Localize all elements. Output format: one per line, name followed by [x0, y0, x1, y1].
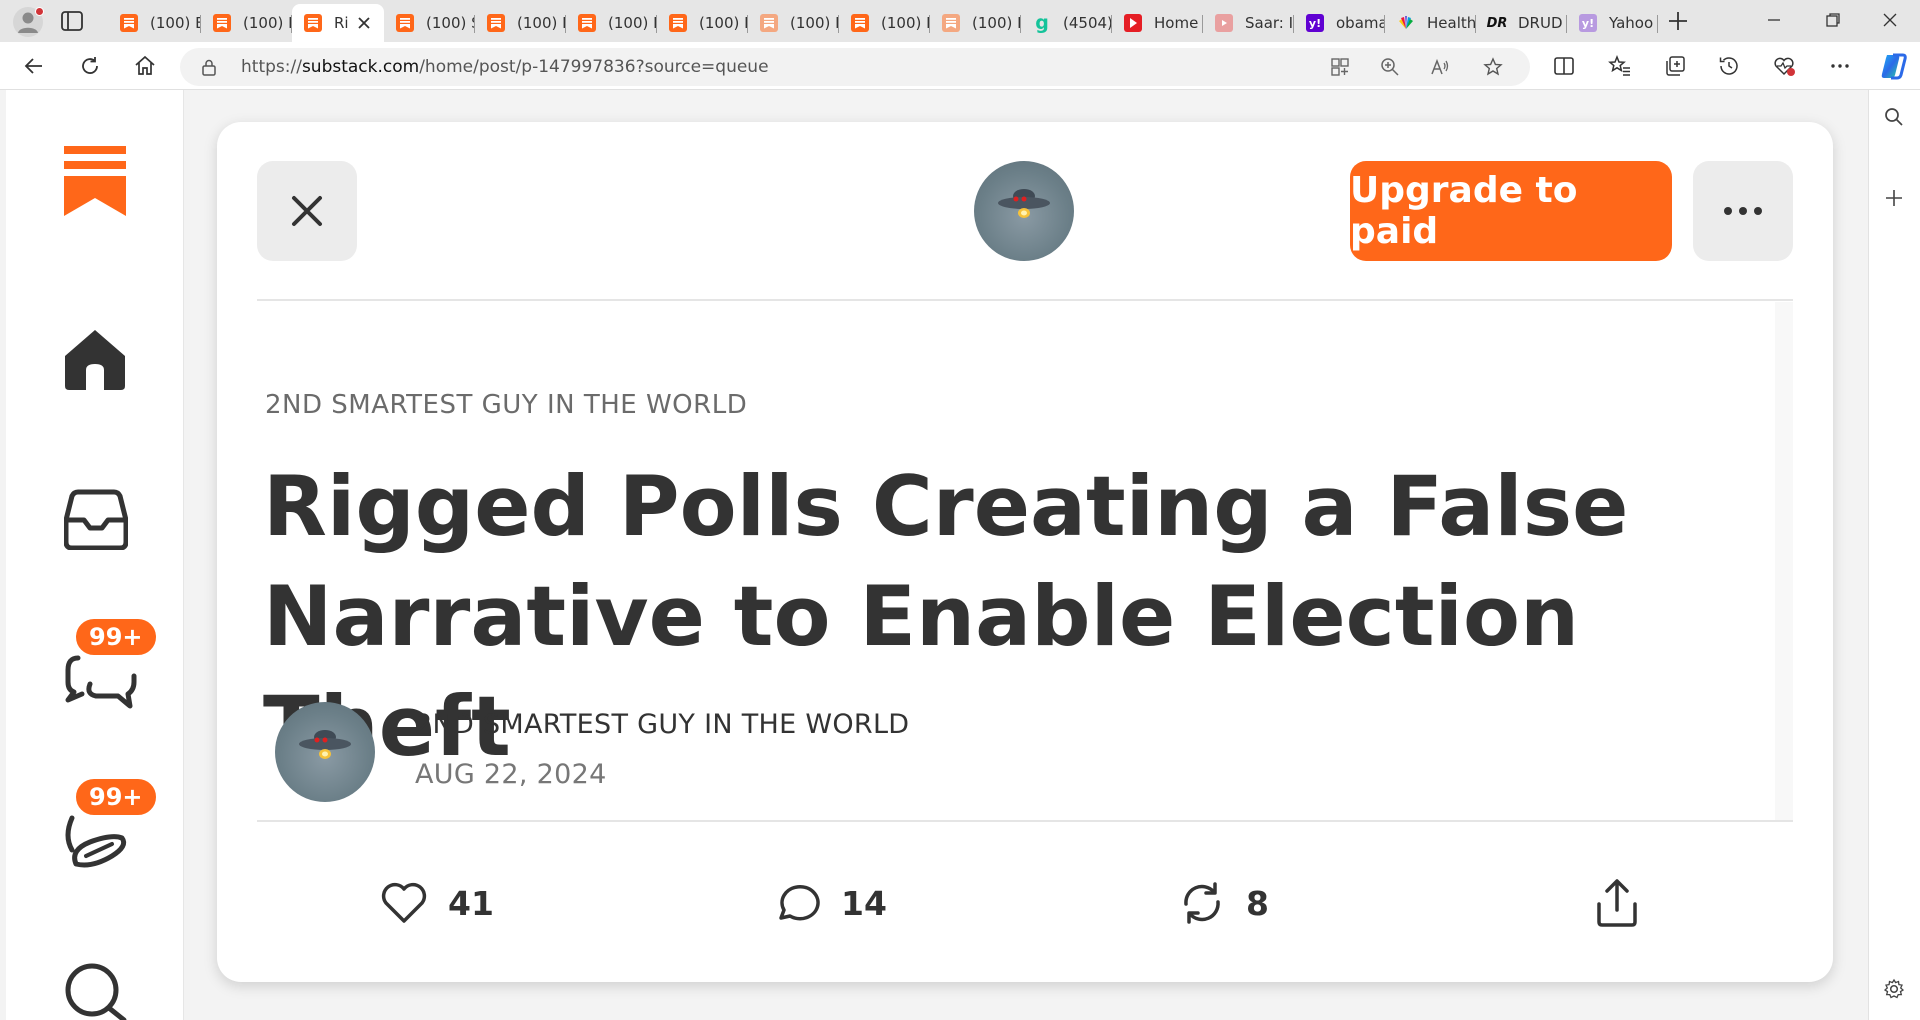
refresh-icon[interactable]: [78, 54, 102, 78]
share-icon: [1597, 879, 1637, 927]
home-icon[interactable]: [133, 54, 157, 78]
yahoo-faded-icon: y!: [1579, 14, 1597, 32]
minimize-window-icon[interactable]: [1764, 10, 1784, 30]
favorite-star-icon[interactable]: [1483, 57, 1503, 77]
like-button[interactable]: 41: [380, 877, 494, 929]
like-count: 41: [448, 883, 494, 923]
profile-notification-dot: [35, 7, 44, 16]
comment-bubble-icon: [779, 885, 820, 921]
substack-icon: [669, 14, 687, 32]
substack-logo-icon[interactable]: [64, 146, 126, 216]
search-icon[interactable]: [1883, 106, 1905, 128]
address-bar[interactable]: https://substack.com/home/post/p-1479978…: [180, 48, 1530, 86]
chat-notification-badge: 99+: [73, 616, 159, 658]
zoom-icon[interactable]: [1380, 57, 1400, 77]
share-button[interactable]: [1595, 877, 1639, 929]
browser-tab[interactable]: (100) H: [748, 4, 839, 42]
restack-icon: [1184, 882, 1220, 924]
substack-icon: [396, 14, 414, 32]
substack-icon: [304, 14, 322, 32]
new-tab-plus-icon[interactable]: [1666, 9, 1690, 33]
browser-tab[interactable]: Health: [1385, 4, 1476, 42]
publication-avatar[interactable]: [974, 161, 1074, 261]
read-aloud-icon[interactable]: [1430, 57, 1450, 77]
favorites-icon[interactable]: [1608, 54, 1632, 78]
yahoo-icon: y!: [1306, 14, 1324, 32]
restore-window-icon[interactable]: [1823, 10, 1843, 30]
lock-icon[interactable]: [200, 58, 218, 76]
byline-divider: [257, 820, 1793, 822]
post-date: AUG 22, 2024: [415, 759, 607, 790]
substack-faded-icon: [942, 14, 960, 32]
close-window-icon[interactable]: [1880, 10, 1900, 30]
browser-tab[interactable]: (100) N: [930, 4, 1021, 42]
rumble-icon: [1124, 14, 1142, 32]
add-sidebar-app-icon[interactable]: [1884, 188, 1904, 208]
content-scrollbar-track[interactable]: [1775, 302, 1793, 822]
restack-button[interactable]: 8: [1178, 877, 1269, 929]
browser-tab[interactable]: Home: [1112, 4, 1203, 42]
split-screen-icon[interactable]: [1552, 54, 1576, 78]
browser-essentials-icon[interactable]: [1772, 54, 1796, 78]
browser-tab[interactable]: (100) H: [657, 4, 748, 42]
browser-tab-active[interactable]: Ri: [292, 4, 384, 42]
ellipsis-icon: [1724, 207, 1762, 215]
browser-tab[interactable]: (100) E: [108, 4, 201, 42]
tab-actions-menu-icon[interactable]: [60, 10, 84, 32]
substack-icon: [851, 14, 869, 32]
grammarly-icon: g: [1035, 12, 1049, 34]
browser-tab[interactable]: g (4504): [1021, 4, 1112, 42]
author-avatar[interactable]: [275, 702, 375, 802]
close-post-button[interactable]: [257, 161, 357, 261]
settings-gear-icon[interactable]: [1883, 978, 1905, 1000]
browser-tab-strip: (100) E (100) H Ri (100) S (100) H (100)…: [0, 0, 1920, 42]
substack-icon: [120, 14, 138, 32]
comment-button[interactable]: 14: [773, 877, 887, 929]
browser-tab[interactable]: (100) H: [839, 4, 930, 42]
upgrade-to-paid-button[interactable]: Upgrade to paid: [1350, 161, 1672, 261]
header-divider: [257, 299, 1793, 301]
youtube-icon: [1215, 14, 1233, 32]
author-name[interactable]: 2ND SMARTEST GUY IN THE WORLD: [415, 709, 909, 740]
drudge-icon: DR: [1486, 15, 1508, 31]
back-arrow-icon[interactable]: [22, 54, 46, 78]
close-icon: [292, 196, 322, 226]
app-available-icon[interactable]: [1330, 57, 1350, 77]
browser-tab[interactable]: y! obama: [1294, 4, 1385, 42]
comment-count: 14: [841, 883, 887, 923]
browser-tab[interactable]: (100) S: [384, 4, 475, 42]
search-nav-icon[interactable]: [64, 958, 130, 1020]
publication-name[interactable]: 2ND SMARTEST GUY IN THE WORLD: [265, 390, 747, 420]
home-nav-icon[interactable]: [64, 328, 126, 390]
substack-icon: [578, 14, 596, 32]
close-tab-icon[interactable]: [356, 15, 372, 31]
substack-icon: [213, 14, 231, 32]
restack-count: 8: [1246, 883, 1269, 923]
browser-tab[interactable]: (100) H: [566, 4, 657, 42]
more-options-button[interactable]: [1693, 161, 1793, 261]
substack-icon: [487, 14, 505, 32]
more-options-icon[interactable]: [1828, 54, 1852, 78]
browser-tab[interactable]: (100) H: [201, 4, 292, 42]
substack-faded-icon: [760, 14, 778, 32]
browser-tab[interactable]: (100) H: [475, 4, 566, 42]
profile-avatar-icon[interactable]: [13, 7, 44, 37]
url-text[interactable]: https://substack.com/home/post/p-1479978…: [241, 57, 769, 77]
nbc-icon: [1397, 14, 1415, 32]
heart-icon: [381, 882, 427, 923]
copilot-icon[interactable]: [1878, 50, 1910, 82]
browser-toolbar: https://substack.com/home/post/p-1479978…: [0, 42, 1920, 90]
post-modal: Upgrade to paid 2ND SMARTEST GUY IN THE …: [217, 122, 1833, 982]
inbox-nav-icon[interactable]: [64, 488, 128, 550]
history-icon[interactable]: [1717, 54, 1741, 78]
browser-tab[interactable]: DR DRUD: [1476, 4, 1567, 42]
edge-sidebar: [1868, 90, 1920, 1020]
browser-tab[interactable]: Saar: It: [1203, 4, 1294, 42]
browser-tab[interactable]: y! Yahoo: [1567, 4, 1658, 42]
substack-sidebar: 99+ 99+: [6, 90, 184, 1020]
activity-notification-badge: 99+: [73, 776, 159, 818]
collections-icon[interactable]: [1663, 54, 1687, 78]
